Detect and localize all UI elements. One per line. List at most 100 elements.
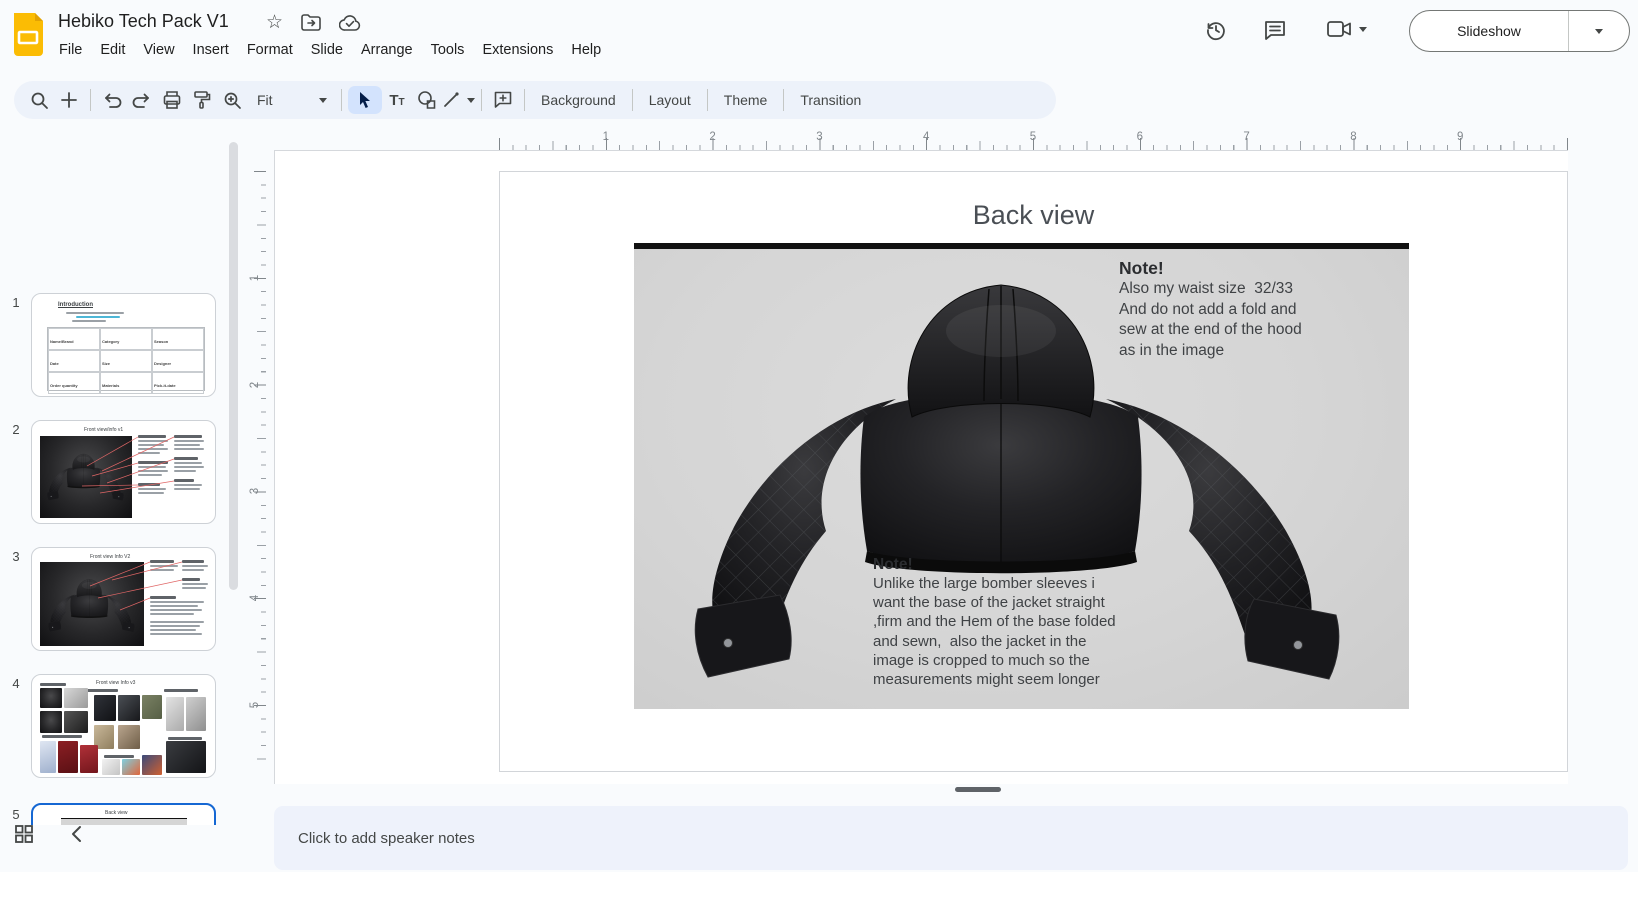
ruler-number: 1 (603, 131, 609, 143)
background-button[interactable]: Background (531, 86, 626, 114)
video-call-icon[interactable] (1326, 18, 1352, 40)
reference-photo (166, 741, 206, 773)
slide-thumbnail-4[interactable]: Front view Info v3 (31, 674, 216, 778)
plus-icon (60, 91, 78, 109)
reference-photo (40, 688, 62, 708)
move-folder-icon[interactable] (301, 14, 321, 31)
menu-arrange[interactable]: Arrange (352, 39, 422, 61)
new-slide-button[interactable] (54, 86, 84, 114)
slide-title[interactable]: Back view (500, 200, 1567, 231)
slide-number-3: 3 (6, 549, 26, 564)
insert-comment-button[interactable] (488, 86, 518, 114)
slides-logo[interactable] (11, 13, 44, 56)
slide-number-1: 1 (6, 295, 26, 310)
search-menus-button[interactable] (24, 86, 54, 114)
menu-view[interactable]: View (134, 39, 183, 61)
menu-tools[interactable]: Tools (422, 39, 474, 61)
transition-button[interactable]: Transition (790, 86, 871, 114)
reference-photo (58, 741, 78, 773)
menu-extensions[interactable]: Extensions (473, 39, 562, 61)
ruler-number: 3 (816, 131, 822, 143)
reference-photo (118, 695, 140, 721)
zoom-select-dropdown[interactable]: Fit (247, 86, 335, 114)
slideshow-caret-icon (1595, 29, 1603, 34)
text-box-icon: TT (389, 92, 404, 109)
ruler-number: 9 (1457, 131, 1463, 143)
print-icon (162, 90, 182, 110)
slideshow-button-group: Slideshow (1409, 10, 1630, 52)
menu-file[interactable]: File (50, 39, 91, 61)
reference-photo (64, 711, 88, 733)
speaker-notes-input[interactable]: Click to add speaker notes (274, 806, 1628, 870)
chevron-left-icon (70, 825, 82, 843)
comments-icon[interactable] (1263, 18, 1287, 42)
theme-button[interactable]: Theme (714, 86, 778, 114)
reference-photo (118, 725, 140, 749)
slideshow-options-button[interactable] (1569, 11, 1629, 51)
slide-page[interactable]: Back view Note! Also my waist size 32/33… (499, 171, 1568, 772)
reference-photo (40, 711, 62, 733)
app-header: Hebiko Tech Pack V1 ☆ File Edit View Ins… (0, 0, 1638, 70)
ruler-number: 5 (1030, 131, 1036, 143)
filmstrip-scrollbar[interactable] (229, 142, 238, 590)
menu-edit[interactable]: Edit (91, 39, 134, 61)
add-comment-icon (493, 90, 513, 110)
reference-photo (186, 697, 206, 731)
menu-slide[interactable]: Slide (302, 39, 352, 61)
video-call-caret-icon[interactable] (1359, 27, 1367, 32)
zoom-in-icon (223, 91, 242, 110)
note-top-right[interactable]: Note! Also my waist size 32/33 And do no… (1119, 257, 1354, 361)
text-box-button[interactable]: TT (382, 86, 412, 114)
version-history-icon[interactable] (1204, 18, 1228, 42)
menu-format[interactable]: Format (238, 39, 302, 61)
undo-icon (102, 91, 122, 109)
menu-insert[interactable]: Insert (184, 39, 238, 61)
slide-thumbnail-5-selected[interactable]: Back view (31, 803, 216, 825)
jacket-back-image[interactable]: Note! Also my waist size 32/33 And do no… (634, 249, 1409, 709)
reference-photo (94, 695, 116, 721)
slide-thumbnail-1[interactable]: Introduction Name/Brand Category Season … (31, 293, 216, 397)
slideshow-button[interactable]: Slideshow (1410, 11, 1569, 51)
ruler-number: 5 (249, 702, 261, 708)
bottom-strip (0, 872, 1638, 900)
slide-number-5: 5 (6, 807, 26, 822)
slide-thumbnail-2[interactable]: Front view/info v1 (31, 420, 216, 524)
vertical-ruler: 1 2 3 4 5 (247, 171, 266, 772)
line-tool-button[interactable] (442, 86, 475, 114)
cloud-saved-icon[interactable] (339, 15, 361, 31)
star-icon[interactable]: ☆ (266, 13, 283, 32)
zoom-value: Fit (247, 92, 283, 108)
reference-photo (80, 745, 98, 773)
reference-photo (122, 759, 140, 775)
note-bottom-center[interactable]: Note! Unlike the large bomber sleeves i … (873, 555, 1143, 689)
grid-view-button[interactable] (14, 824, 34, 844)
notes-resize-handle[interactable] (955, 787, 1001, 792)
reference-photo (166, 697, 184, 731)
slide-thumbnail-3[interactable]: Front view Info V2 (31, 547, 216, 651)
ruler-number: 6 (1137, 131, 1143, 143)
paint-format-button[interactable] (187, 86, 217, 114)
ruler-number: 2 (249, 381, 261, 387)
menu-bar: File Edit View Insert Format Slide Arran… (50, 39, 610, 61)
speaker-notes-placeholder: Click to add speaker notes (298, 830, 475, 847)
zoom-in-button[interactable] (217, 86, 247, 114)
document-title[interactable]: Hebiko Tech Pack V1 (58, 11, 229, 32)
shape-tool-button[interactable] (412, 86, 442, 114)
shape-icon (417, 90, 437, 110)
reference-photo (40, 741, 56, 773)
main-toolbar: Fit TT Background Layout Theme Transitio… (14, 81, 1056, 119)
thumbnail-annotation-lines (32, 548, 216, 651)
paint-roller-icon (193, 90, 211, 110)
redo-button[interactable] (127, 86, 157, 114)
layout-button[interactable]: Layout (639, 86, 701, 114)
thumbnail-table: Name/Brand Category Season Date Size Des… (47, 327, 205, 391)
select-tool-button[interactable] (348, 86, 382, 114)
menu-help[interactable]: Help (562, 39, 610, 61)
slide-number-4: 4 (6, 676, 26, 691)
ruler-number: 4 (923, 131, 929, 143)
ruler-number: 4 (249, 595, 261, 601)
collapse-filmstrip-button[interactable] (70, 825, 82, 843)
print-button[interactable] (157, 86, 187, 114)
undo-button[interactable] (97, 86, 127, 114)
horizontal-ruler: 1 2 3 4 5 6 7 8 9 (274, 131, 1568, 150)
